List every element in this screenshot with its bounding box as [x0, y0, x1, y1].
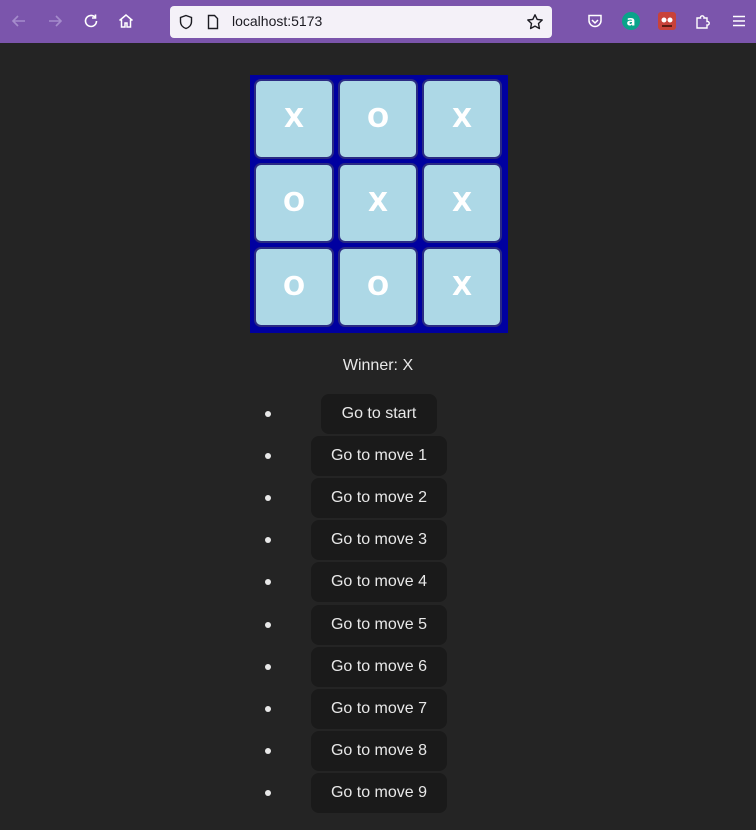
bullet-icon: [265, 453, 271, 459]
reload-icon[interactable]: [79, 9, 103, 33]
list-item: Go to move 4: [0, 562, 756, 602]
list-item: Go to move 5: [0, 605, 756, 645]
board-square-3[interactable]: X: [422, 79, 502, 159]
browser-toolbar: localhost:5173 a: [0, 0, 756, 43]
forward-arrow-icon[interactable]: [43, 9, 67, 33]
board-square-8[interactable]: O: [338, 247, 418, 327]
board-square-9[interactable]: X: [422, 247, 502, 327]
list-item: Go to move 3: [0, 520, 756, 560]
go-to-move-7-button[interactable]: Go to move 7: [311, 689, 447, 729]
board-square-4[interactable]: O: [254, 163, 334, 243]
shield-icon[interactable]: [177, 13, 195, 31]
menu-hamburger-icon[interactable]: [727, 9, 751, 33]
bullet-icon: [265, 537, 271, 543]
board-square-2[interactable]: O: [338, 79, 418, 159]
list-item: Go to move 7: [0, 689, 756, 729]
go-to-move-5-button[interactable]: Go to move 5: [311, 605, 447, 645]
bullet-icon: [265, 622, 271, 628]
home-icon[interactable]: [114, 9, 138, 33]
go-to-move-3-button[interactable]: Go to move 3: [311, 520, 447, 560]
bullet-icon: [265, 790, 271, 796]
go-to-move-4-button[interactable]: Go to move 4: [311, 562, 447, 602]
bullet-icon: [265, 579, 271, 585]
board-square-7[interactable]: O: [254, 247, 334, 327]
game-status: Winner: X: [342, 357, 414, 374]
list-item: Go to move 1: [0, 436, 756, 476]
go-to-move-6-button[interactable]: Go to move 6: [311, 647, 447, 687]
extension-avatar-icon[interactable]: [655, 9, 679, 33]
bullet-icon: [265, 748, 271, 754]
svg-text:a: a: [627, 15, 636, 30]
extension-a-icon[interactable]: a: [619, 9, 643, 33]
bookmark-star-icon[interactable]: [526, 13, 544, 31]
list-item: Go to move 9: [0, 773, 756, 813]
bullet-icon: [265, 495, 271, 501]
list-item: Go to move 2: [0, 478, 756, 518]
address-bar[interactable]: localhost:5173: [170, 6, 552, 38]
url-text[interactable]: localhost:5173: [232, 13, 322, 29]
extensions-puzzle-icon[interactable]: [691, 9, 715, 33]
list-item: Go to start: [0, 394, 756, 434]
board-square-1[interactable]: X: [254, 79, 334, 159]
game-board: X O X O X X O O X: [250, 75, 508, 333]
board-square-5[interactable]: X: [338, 163, 418, 243]
go-to-move-9-button[interactable]: Go to move 9: [311, 773, 447, 813]
go-to-move-2-button[interactable]: Go to move 2: [311, 478, 447, 518]
bullet-icon: [265, 706, 271, 712]
go-to-move-8-button[interactable]: Go to move 8: [311, 731, 447, 771]
page-info-icon[interactable]: [204, 13, 222, 31]
board-square-6[interactable]: X: [422, 163, 502, 243]
bullet-icon: [265, 411, 271, 417]
go-to-move-1-button[interactable]: Go to move 1: [311, 436, 447, 476]
list-item: Go to move 6: [0, 647, 756, 687]
back-arrow-icon[interactable]: [7, 9, 31, 33]
list-item: Go to move 8: [0, 731, 756, 771]
go-to-start-button[interactable]: Go to start: [321, 394, 437, 434]
bullet-icon: [265, 664, 271, 670]
pocket-icon[interactable]: [583, 9, 607, 33]
